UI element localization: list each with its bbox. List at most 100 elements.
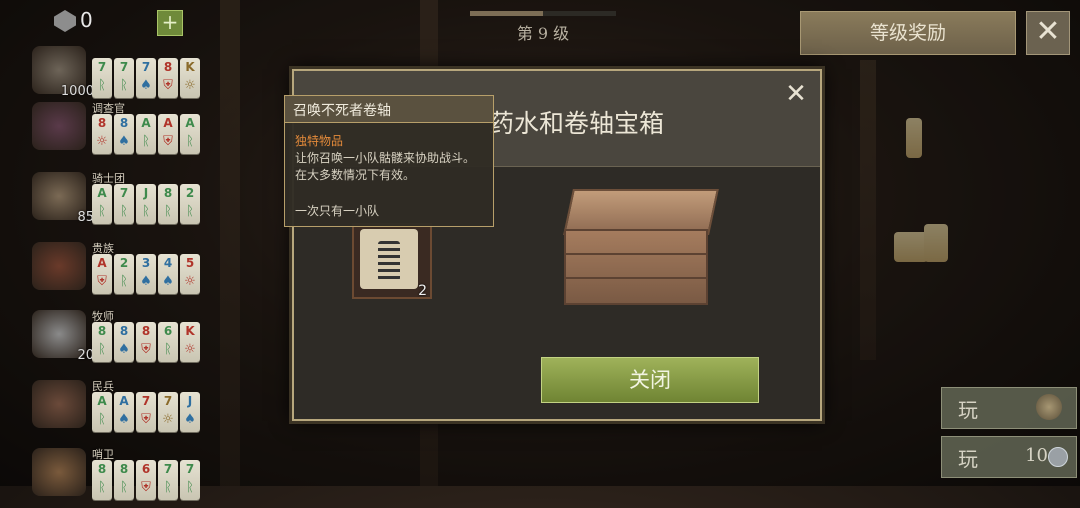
play-label: 玩 <box>958 447 978 471</box>
tile-rank: 7 <box>185 462 195 476</box>
add-gems-button[interactable]: + <box>157 10 183 36</box>
mahjong-tile: K ☼ <box>180 322 200 362</box>
tile-rank: 8 <box>97 116 107 130</box>
wooden-chest-icon <box>563 189 719 307</box>
tile-rank: 8 <box>163 186 173 200</box>
tile-suit-icon: ᚱ <box>186 480 194 495</box>
tooltip-rarity: 独特物品 <box>295 134 344 148</box>
tile-set: A ᚱ A ♠ 7 ⛨ 7 ☼ J ♠ <box>92 392 200 432</box>
mahjong-tile: 2ᚱ <box>180 184 200 224</box>
tile-rank: 8 <box>119 462 129 476</box>
skeleton-icon <box>378 241 400 281</box>
tile-rank: A <box>185 116 195 130</box>
tile-suit-icon: ♠ <box>118 134 130 149</box>
mahjong-tile: 8 ♠ <box>114 114 134 154</box>
close-icon[interactable]: ✕ <box>1026 11 1070 55</box>
hand-row[interactable]: 民兵 A ᚱ A ♠ 7 ⛨ 7 ☼ J ♠ <box>30 374 210 440</box>
mahjong-tile: 7 ☼ <box>158 392 178 432</box>
tile-suit-icon: ☼ <box>162 412 174 427</box>
mahjong-tile: K ☼ <box>180 58 200 98</box>
loot-count: 20 <box>77 348 94 363</box>
mahjong-tile: 4 ♠ <box>158 254 178 294</box>
mahjong-tile: 5 ☼ <box>180 254 200 294</box>
tile-rank: K <box>185 324 195 338</box>
tile-rank: A <box>97 186 107 200</box>
helmet-icon <box>1036 394 1062 420</box>
mahjong-tile: 7 ♠ <box>136 58 156 98</box>
chest-slat <box>566 253 706 255</box>
mahjong-tile: 7ᚱ <box>114 58 134 98</box>
tile-suit-icon: ☼ <box>184 342 196 357</box>
mahjong-tile: 8 ☼ <box>92 114 112 154</box>
hand-row[interactable]: 调查官 8 ☼ 8 ♠ A ᚱ A ⛨ A ᚱ <box>30 96 210 162</box>
tile-suit-icon: ᚱ <box>142 204 150 219</box>
tile-rank: 2 <box>119 256 129 270</box>
close-button[interactable]: 关闭 <box>541 357 759 403</box>
tile-suit-icon: ᚱ <box>98 342 106 357</box>
tile-suit-icon: ᚱ <box>98 412 106 427</box>
tile-set: 7 ᚱ 7 ᚱ 7 ♠ 8 ⛨ K ☼ <box>92 58 200 98</box>
tile-rank: 8 <box>97 324 107 338</box>
play-button-helmet[interactable]: 玩 <box>941 387 1077 429</box>
tile-set: Aᚱ7ᚱJᚱ8ᚱ2ᚱ <box>92 184 200 224</box>
tile-rank: A <box>141 116 151 130</box>
mahjong-tile: 7ᚱ <box>92 58 112 98</box>
tile-set: 8 ☼ 8 ♠ A ᚱ A ⛨ A ᚱ <box>92 114 200 154</box>
mahjong-tile: A ⛨ <box>92 254 112 294</box>
tooltip-limit: 一次只有一小队 <box>295 204 380 218</box>
tile-rank: 8 <box>119 324 129 338</box>
mahjong-tile: A ♠ <box>114 392 134 432</box>
tile-suit-icon: ᚱ <box>120 274 128 289</box>
hand-row[interactable]: 85 骑士团 A ᚱ 7 ᚱ J ᚱ 8 ᚱ 2 ᚱ <box>30 166 210 232</box>
play-button-coins[interactable]: 玩 10 <box>941 436 1077 478</box>
mahjong-tile: Jᚱ <box>136 184 156 224</box>
mahjong-tile: 7ᚱ <box>158 460 178 500</box>
tile-set: 8 ᚱ 8 ♠ 8 ⛨ 6 ᚱ K ☼ <box>92 322 200 362</box>
tile-suit-icon: ᚱ <box>98 480 106 495</box>
tile-rank: A <box>97 394 107 408</box>
tile-rank: 7 <box>119 186 129 200</box>
tile-suit-icon: ⛨ <box>141 480 151 495</box>
tile-set: 8 ᚱ 8 ᚱ 6 ⛨ 7 ᚱ 7 ᚱ <box>92 460 200 500</box>
level-label: 第 9 级 <box>516 24 570 43</box>
mahjong-tile: 7 ⛨ <box>136 392 156 432</box>
tile-rank: 2 <box>185 186 195 200</box>
tile-suit-icon: ⛨ <box>163 78 173 93</box>
tile-suit-icon: ᚱ <box>164 480 172 495</box>
gem-count: 0 <box>80 8 93 32</box>
level-progress-fill <box>470 11 543 16</box>
tile-suit-icon: ♠ <box>140 78 152 93</box>
tile-suit-icon: ♠ <box>184 412 196 427</box>
tile-rank: 7 <box>163 462 173 476</box>
coin-icon <box>1048 447 1068 467</box>
tile-suit-icon: ᚱ <box>186 134 194 149</box>
hand-row[interactable]: 20 牧师 8 ᚱ 8 ♠ 8 ⛨ 6 ᚱ K ☼ <box>30 304 210 370</box>
tile-rank: 8 <box>141 324 151 338</box>
mahjong-tile: Aᚱ <box>92 184 112 224</box>
tile-suit-icon: ᚱ <box>142 134 150 149</box>
mahjong-tile: 3 ♠ <box>136 254 156 294</box>
play-label: 玩 <box>958 398 978 422</box>
mahjong-tile: Aᚱ <box>136 114 156 154</box>
item-count: 2 <box>418 283 427 299</box>
level-rewards-button[interactable]: 等级奖励 <box>800 11 1016 55</box>
mahjong-tile: 6 ⛨ <box>136 460 156 500</box>
close-icon[interactable]: ✕ <box>783 81 809 107</box>
tile-rank: 7 <box>163 394 173 408</box>
tile-suit-icon: ᚱ <box>98 78 106 93</box>
mahjong-tile: Aᚱ <box>180 114 200 154</box>
tile-suit-icon: ⛨ <box>141 412 151 427</box>
mahjong-tile: Aᚱ <box>92 392 112 432</box>
tile-suit-icon: ⛨ <box>97 274 107 289</box>
hand-row[interactable]: 哨卫 8 ᚱ 8 ᚱ 6 ⛨ 7 ᚱ 7 ᚱ <box>30 442 210 508</box>
undead-scroll-item[interactable]: 2 <box>352 223 432 299</box>
tile-rank: 7 <box>141 394 151 408</box>
chest-body <box>564 229 708 305</box>
mahjong-tile: 8 ⛨ <box>136 322 156 362</box>
tile-suit-icon: ᚱ <box>120 78 128 93</box>
tile-set: A ⛨ 2 ᚱ 3 ♠ 4 ♠ 5 ☼ <box>92 254 200 294</box>
chest-slat <box>566 277 706 279</box>
scroll-icon <box>360 229 418 289</box>
tooltip-header: 召唤不死者卷轴 <box>285 96 493 123</box>
hand-row[interactable]: 贵族 A ⛨ 2 ᚱ 3 ♠ 4 ♠ 5 ☼ <box>30 236 210 302</box>
